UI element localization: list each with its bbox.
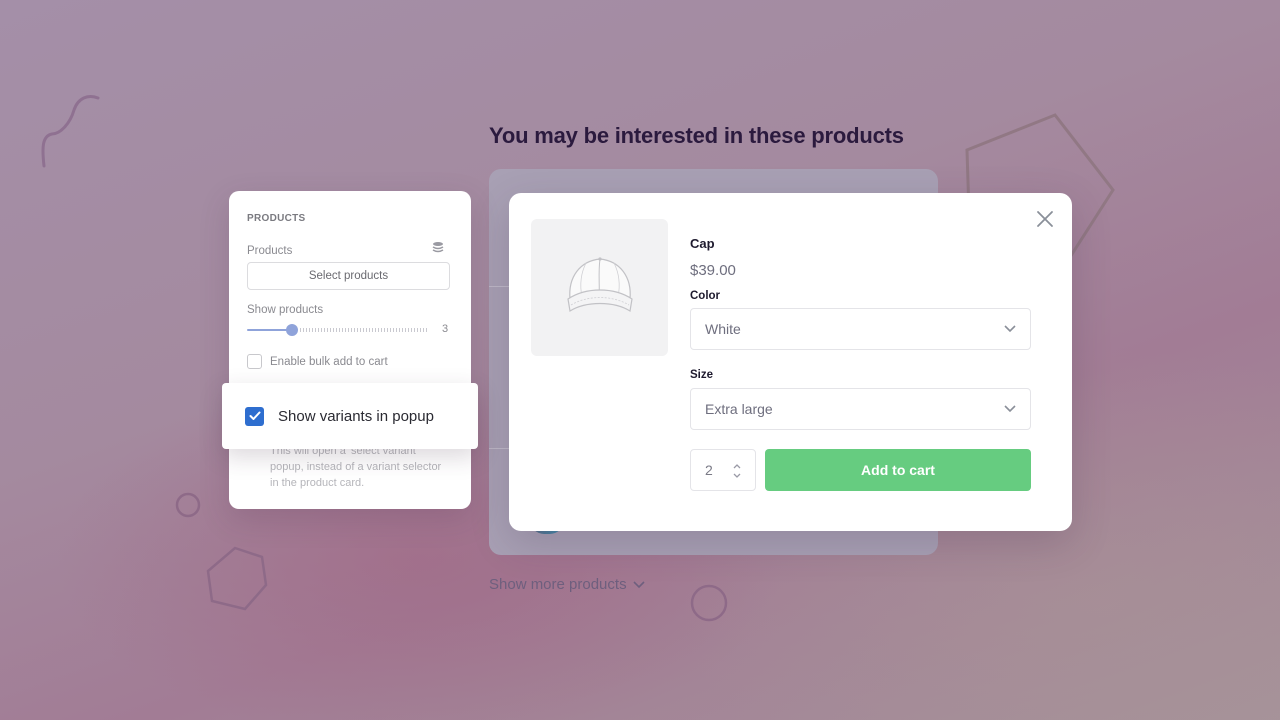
select-products-button[interactable]: Select products (247, 262, 450, 290)
squiggle-decoration (41, 95, 100, 168)
products-label: Products (247, 245, 293, 257)
product-name: Cap (690, 236, 715, 251)
settings-panel: PRODUCTS Products Select products Show p… (229, 191, 471, 509)
circle-decoration (690, 584, 728, 622)
show-more-products-link[interactable]: Show more products (489, 576, 645, 593)
size-select-value: Extra large (705, 401, 773, 417)
section-title: PRODUCTS (247, 213, 306, 224)
variants-popup-checkbox[interactable] (245, 406, 264, 426)
bulk-add-checkbox[interactable] (247, 354, 262, 369)
variant-select-modal: Cap $39.00 Color White Size Extra large … (509, 193, 1072, 531)
close-icon[interactable] (1036, 210, 1054, 228)
chevron-down-icon (1004, 325, 1016, 333)
product-price: $39.00 (690, 262, 736, 279)
size-select[interactable]: Extra large (690, 388, 1031, 430)
variants-popup-option[interactable]: Show variants in popup (222, 383, 478, 449)
color-label: Color (690, 290, 721, 302)
show-products-value: 3 (442, 323, 449, 335)
slider-track (300, 328, 428, 332)
page-title: You may be interested in these products (489, 123, 904, 148)
color-select-value: White (705, 321, 741, 337)
small-circle-decoration (175, 492, 201, 518)
chevron-down-icon (633, 580, 645, 588)
size-label: Size (690, 369, 714, 381)
database-icon[interactable] (431, 241, 445, 255)
cap-icon (566, 256, 633, 312)
show-more-label: Show more products (489, 576, 627, 593)
product-image (531, 219, 668, 356)
add-to-cart-button[interactable]: Add to cart (765, 449, 1031, 491)
chevron-down-icon (1004, 405, 1016, 413)
slider-handle[interactable] (286, 324, 298, 336)
bulk-add-label: Enable bulk add to cart (270, 355, 388, 368)
stepper-arrows-icon[interactable] (732, 462, 742, 480)
show-products-slider[interactable] (247, 323, 428, 337)
variants-popup-help: This will open a 'select variant' popup,… (270, 445, 442, 489)
bulk-add-option[interactable]: Enable bulk add to cart (247, 354, 388, 369)
checkmark-icon (249, 411, 260, 420)
color-select[interactable]: White (690, 308, 1031, 350)
variants-popup-label: Show variants in popup (278, 407, 434, 425)
quantity-value: 2 (705, 462, 713, 478)
hexagon-decoration (206, 546, 268, 611)
quantity-stepper[interactable]: 2 (690, 449, 756, 491)
show-products-label: Show products (247, 304, 324, 316)
